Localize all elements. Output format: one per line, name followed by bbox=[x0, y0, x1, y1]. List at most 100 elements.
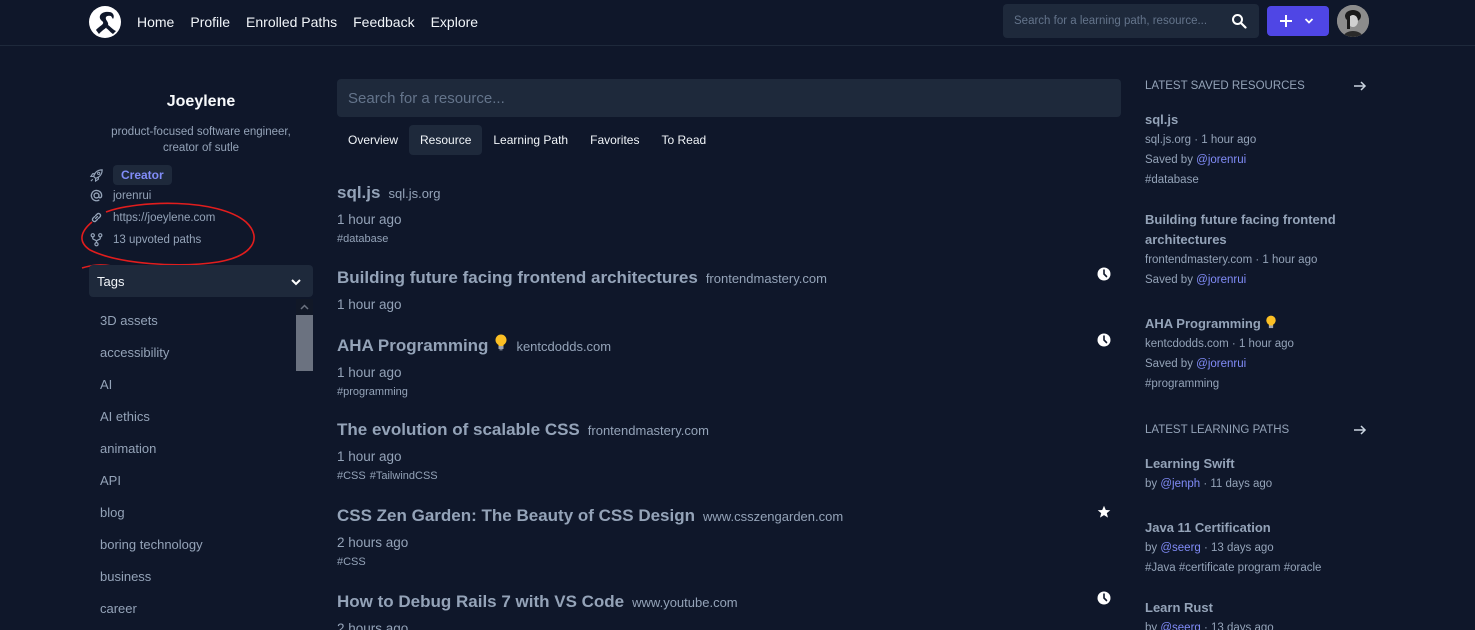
user-link[interactable]: @seerg bbox=[1160, 542, 1200, 554]
tag-item[interactable]: 3D assets bbox=[100, 313, 158, 328]
tab-to-read[interactable]: To Read bbox=[650, 125, 717, 155]
resource-title[interactable]: AHA Programming bbox=[337, 336, 488, 356]
resource-item: sql.js sql.js.org 1 hour ago #database bbox=[337, 183, 1121, 245]
learning-path-meta: by @seerg · 13 days ago bbox=[1145, 618, 1367, 630]
tag-item[interactable]: animation bbox=[100, 441, 156, 456]
saved-resource-tags[interactable]: #database bbox=[1145, 170, 1367, 190]
star-icon[interactable] bbox=[1097, 505, 1111, 519]
resource-tag[interactable]: #CSS bbox=[337, 556, 366, 568]
learning-path-item: Java 11 Certification by @seerg · 13 day… bbox=[1145, 518, 1367, 578]
clock-icon[interactable] bbox=[1097, 591, 1111, 605]
tag-item[interactable]: accessibility bbox=[100, 345, 169, 360]
search-icon[interactable] bbox=[1231, 13, 1247, 29]
tags-dropdown[interactable]: Tags bbox=[89, 265, 313, 297]
clock-icon[interactable] bbox=[1097, 267, 1111, 281]
user-link[interactable]: @seerg bbox=[1160, 622, 1200, 630]
creator-badge: Creator bbox=[113, 165, 172, 185]
resource-domain: kentcdodds.com bbox=[516, 339, 612, 354]
create-button[interactable] bbox=[1267, 6, 1329, 36]
saved-resource-tags[interactable]: #programming bbox=[1145, 374, 1367, 394]
latest-learning-paths-header: LATEST LEARNING PATHS bbox=[1145, 424, 1367, 436]
learning-path-meta: by @jenph · 11 days ago bbox=[1145, 474, 1367, 494]
link-icon bbox=[91, 212, 102, 223]
scrollbar-thumb[interactable] bbox=[296, 315, 313, 371]
saved-resource-meta: sql.js.org · 1 hour ago bbox=[1145, 134, 1257, 146]
resource-item: The evolution of scalable CSS frontendma… bbox=[337, 420, 1121, 482]
arrow-right-icon[interactable] bbox=[1353, 424, 1367, 436]
resource-tags: #programming bbox=[337, 386, 1121, 398]
profile-upvoted-count: 13 upvoted paths bbox=[113, 233, 202, 246]
tags-scrollbar[interactable] bbox=[296, 299, 313, 630]
saved-resource-title[interactable]: Building future facing frontend architec… bbox=[1145, 210, 1367, 250]
clock-icon[interactable] bbox=[1097, 333, 1111, 347]
user-link[interactable]: @jorenrui bbox=[1196, 154, 1246, 166]
learning-path-title[interactable]: Learning Swift bbox=[1145, 454, 1367, 474]
nav-feedback[interactable]: Feedback bbox=[353, 14, 414, 30]
nav-links: Home Profile Enrolled Paths Feedback Exp… bbox=[137, 14, 478, 30]
user-link[interactable]: @jorenrui bbox=[1196, 358, 1246, 370]
tab-resource[interactable]: Resource bbox=[409, 125, 483, 155]
resource-title[interactable]: The evolution of scalable CSS bbox=[337, 420, 580, 440]
user-link[interactable]: @jorenrui bbox=[1196, 274, 1246, 286]
scroll-up-arrow-icon[interactable] bbox=[296, 299, 313, 315]
nav-explore[interactable]: Explore bbox=[431, 14, 478, 30]
learning-path-title[interactable]: Java 11 Certification bbox=[1145, 518, 1367, 538]
saved-by-line: Saved by @jorenrui bbox=[1145, 354, 1367, 374]
nav-profile[interactable]: Profile bbox=[190, 14, 230, 30]
resource-time: 1 hour ago bbox=[337, 365, 402, 380]
resource-title[interactable]: Building future facing frontend architec… bbox=[337, 268, 698, 288]
profile-username: jorenrui bbox=[113, 189, 152, 202]
latest-saved-resources-header: LATEST SAVED RESOURCES bbox=[1145, 80, 1367, 92]
tab-learning-path[interactable]: Learning Path bbox=[482, 125, 579, 155]
arrow-right-icon[interactable] bbox=[1353, 80, 1367, 92]
resource-tag[interactable]: #database bbox=[337, 233, 388, 245]
saved-resource-title[interactable]: AHA Programming bbox=[1145, 314, 1367, 334]
sutle-logo-icon[interactable] bbox=[89, 6, 121, 38]
resource-tag[interactable]: #TailwindCSS bbox=[370, 470, 438, 482]
resource-search-input[interactable] bbox=[337, 79, 1121, 117]
saved-resource-item: Building future facing frontend architec… bbox=[1145, 210, 1367, 290]
global-search bbox=[1003, 4, 1259, 38]
resource-time: 2 hours ago bbox=[337, 535, 409, 550]
nav-enrolled-paths[interactable]: Enrolled Paths bbox=[246, 14, 337, 30]
profile-name: Joeylene bbox=[166, 93, 236, 110]
profile-website-link[interactable]: https://joeylene.com bbox=[113, 212, 215, 224]
tab-favorites[interactable]: Favorites bbox=[579, 125, 650, 155]
tag-item[interactable]: AI ethics bbox=[100, 409, 150, 424]
section-title: LATEST SAVED RESOURCES bbox=[1145, 80, 1305, 92]
tag-item[interactable]: career bbox=[100, 601, 137, 616]
global-search-input[interactable] bbox=[1003, 4, 1223, 38]
tag-item[interactable]: blog bbox=[100, 505, 125, 520]
profile-username-row: jorenrui bbox=[89, 188, 151, 203]
tag-item[interactable]: boring technology bbox=[100, 537, 203, 552]
saved-resource-title[interactable]: sql.js bbox=[1145, 110, 1367, 130]
tag-item[interactable]: AI bbox=[100, 377, 112, 392]
resource-tag[interactable]: #CSS bbox=[337, 470, 366, 482]
saved-resource-title-text: AHA Programming bbox=[1145, 316, 1261, 331]
saved-by-label: Saved by bbox=[1145, 274, 1193, 286]
resource-time: 1 hour ago bbox=[337, 449, 402, 464]
profile-tabs: Overview Resource Learning Path Favorite… bbox=[337, 125, 717, 155]
resource-title[interactable]: CSS Zen Garden: The Beauty of CSS Design bbox=[337, 506, 695, 526]
tag-item[interactable]: API bbox=[100, 473, 121, 488]
learning-path-title[interactable]: Learn Rust bbox=[1145, 598, 1367, 618]
saved-by-label: Saved by bbox=[1145, 358, 1193, 370]
user-avatar[interactable] bbox=[1337, 5, 1369, 37]
resource-tag[interactable]: #programming bbox=[337, 386, 408, 398]
learning-path-age: · 13 days ago bbox=[1200, 542, 1274, 554]
lightbulb-emoji-icon bbox=[1266, 315, 1276, 329]
user-link[interactable]: @jenph bbox=[1160, 478, 1200, 490]
resource-title[interactable]: sql.js bbox=[337, 183, 380, 203]
saved-by-line: Saved by @jorenrui bbox=[1145, 270, 1367, 290]
by-label: by bbox=[1145, 542, 1158, 554]
learning-path-tags[interactable]: #Java #certificate program #oracle bbox=[1145, 558, 1367, 578]
tab-overview[interactable]: Overview bbox=[337, 125, 409, 155]
resource-time: 1 hour ago bbox=[337, 212, 402, 227]
avatar-image bbox=[1337, 5, 1369, 37]
tag-item[interactable]: business bbox=[100, 569, 151, 584]
resource-item: How to Debug Rails 7 with VS Code www.yo… bbox=[337, 592, 1121, 630]
chevron-down-icon bbox=[1304, 18, 1314, 24]
resource-tags: #CSS #TailwindCSS bbox=[337, 470, 1121, 482]
nav-home[interactable]: Home bbox=[137, 14, 174, 30]
resource-title[interactable]: How to Debug Rails 7 with VS Code bbox=[337, 592, 624, 612]
